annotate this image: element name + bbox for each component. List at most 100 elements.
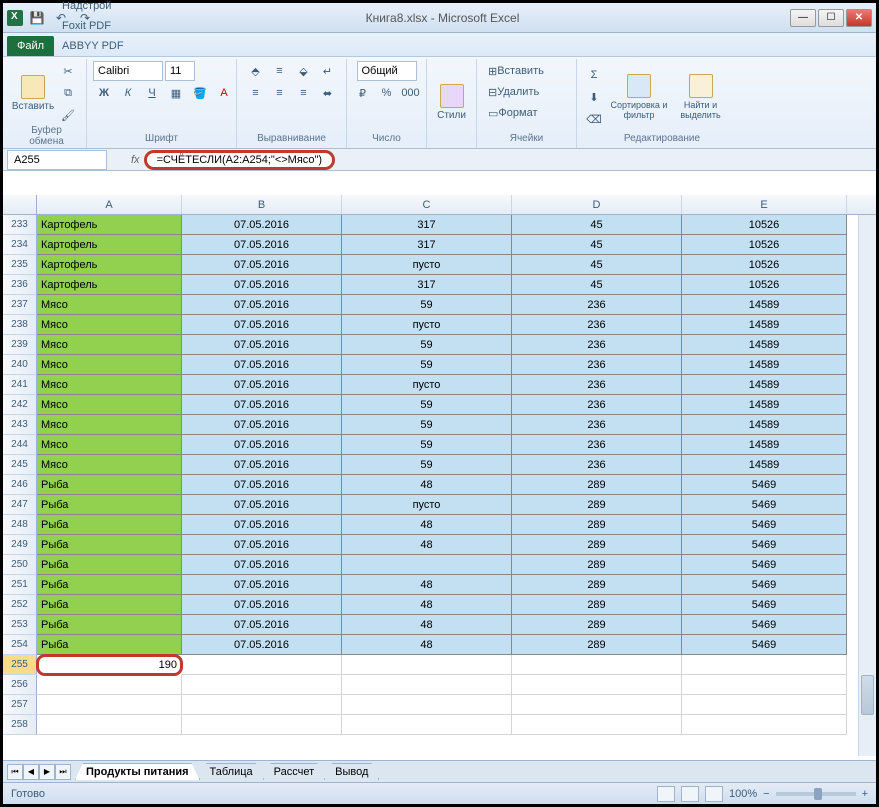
cell[interactable]: 14589 <box>682 435 847 455</box>
cell[interactable]: 289 <box>512 635 682 655</box>
sort-filter-button[interactable]: Сортировка и фильтр <box>609 74 669 120</box>
row-header[interactable]: 254 <box>3 635 37 655</box>
cell[interactable]: 236 <box>512 295 682 315</box>
cell[interactable]: 317 <box>342 275 512 295</box>
cell[interactable]: Рыба <box>37 635 182 655</box>
cell[interactable] <box>342 655 512 675</box>
cell[interactable]: 5469 <box>682 575 847 595</box>
cell[interactable] <box>682 695 847 715</box>
cell[interactable]: 10526 <box>682 215 847 235</box>
cell[interactable] <box>512 655 682 675</box>
row-header[interactable]: 239 <box>3 335 37 355</box>
row-header[interactable]: 234 <box>3 235 37 255</box>
paste-button[interactable]: Вставить <box>13 75 53 112</box>
ribbon-tab-9[interactable]: Foxit PDF <box>54 16 132 36</box>
cell[interactable]: 45 <box>512 215 682 235</box>
cell[interactable] <box>182 715 342 735</box>
sheet-tab[interactable]: Таблица <box>199 763 264 780</box>
cells-insert-button[interactable]: ⊞ Вставить <box>483 61 549 81</box>
cell[interactable]: 07.05.2016 <box>182 595 342 615</box>
cell[interactable]: 289 <box>512 575 682 595</box>
merge-button[interactable]: ⬌ <box>317 83 339 103</box>
cell[interactable]: 59 <box>342 455 512 475</box>
cell[interactable]: 236 <box>512 355 682 375</box>
row-header[interactable]: 237 <box>3 295 37 315</box>
align-left-button[interactable]: ≡ <box>245 83 267 103</box>
row-header[interactable]: 236 <box>3 275 37 295</box>
row-header[interactable]: 245 <box>3 455 37 475</box>
cell[interactable]: 59 <box>342 435 512 455</box>
tab-nav-next[interactable]: ▶ <box>39 764 55 780</box>
cell[interactable]: Рыба <box>37 495 182 515</box>
cell[interactable] <box>342 675 512 695</box>
cell[interactable]: 48 <box>342 615 512 635</box>
italic-button[interactable]: К <box>117 83 139 103</box>
cell[interactable]: Мясо <box>37 295 182 315</box>
cell[interactable]: 317 <box>342 235 512 255</box>
cell[interactable]: 289 <box>512 475 682 495</box>
row-header[interactable]: 238 <box>3 315 37 335</box>
cell[interactable]: 59 <box>342 395 512 415</box>
bold-button[interactable]: Ж <box>93 83 115 103</box>
row-header[interactable]: 255 <box>3 655 37 675</box>
cell[interactable]: пусто <box>342 315 512 335</box>
row-header[interactable]: 241 <box>3 375 37 395</box>
cell[interactable]: 45 <box>512 235 682 255</box>
cell[interactable]: 07.05.2016 <box>182 215 342 235</box>
cell[interactable]: 5469 <box>682 555 847 575</box>
row-header[interactable]: 246 <box>3 475 37 495</box>
row-header[interactable]: 233 <box>3 215 37 235</box>
cell[interactable]: 59 <box>342 415 512 435</box>
cell[interactable]: 07.05.2016 <box>182 555 342 575</box>
col-header-B[interactable]: B <box>182 195 342 214</box>
cell[interactable]: 59 <box>342 295 512 315</box>
zoom-handle[interactable] <box>814 788 822 800</box>
cell[interactable]: 236 <box>512 395 682 415</box>
fill-color-button[interactable]: 🪣 <box>189 83 211 103</box>
cell[interactable]: 236 <box>512 375 682 395</box>
cell[interactable]: 07.05.2016 <box>182 335 342 355</box>
cell[interactable]: Мясо <box>37 415 182 435</box>
cell[interactable]: Картофель <box>37 215 182 235</box>
find-select-button[interactable]: Найти и выделить <box>673 74 728 120</box>
border-button[interactable]: ▦ <box>165 83 187 103</box>
cell[interactable]: 317 <box>342 215 512 235</box>
cell[interactable] <box>182 675 342 695</box>
cell[interactable]: Картофель <box>37 255 182 275</box>
select-all-button[interactable] <box>3 195 37 214</box>
cell[interactable]: 14589 <box>682 355 847 375</box>
save-button[interactable]: 💾 <box>27 8 47 28</box>
row-header[interactable]: 249 <box>3 535 37 555</box>
cell[interactable]: 07.05.2016 <box>182 635 342 655</box>
cell[interactable] <box>342 695 512 715</box>
row-header[interactable]: 244 <box>3 435 37 455</box>
cell[interactable]: 236 <box>512 415 682 435</box>
cell[interactable]: 236 <box>512 455 682 475</box>
cell[interactable]: 45 <box>512 255 682 275</box>
cells-format-button[interactable]: ▭ Формат <box>483 103 542 123</box>
formula-input[interactable]: =СЧЁТЕСЛИ(A2:A254;"<>Мясо") <box>144 150 336 170</box>
cell[interactable]: Мясо <box>37 335 182 355</box>
font-size-select[interactable] <box>165 61 195 81</box>
row-header[interactable]: 252 <box>3 595 37 615</box>
cell[interactable]: 07.05.2016 <box>182 415 342 435</box>
comma-button[interactable]: 000 <box>400 83 422 103</box>
number-format-select[interactable] <box>357 61 417 81</box>
cell[interactable]: 07.05.2016 <box>182 275 342 295</box>
cell[interactable]: 48 <box>342 515 512 535</box>
cell[interactable] <box>37 695 182 715</box>
cell[interactable]: 07.05.2016 <box>182 455 342 475</box>
row-header[interactable]: 250 <box>3 555 37 575</box>
cell[interactable]: 07.05.2016 <box>182 295 342 315</box>
row-header[interactable]: 256 <box>3 675 37 695</box>
cell[interactable]: 48 <box>342 635 512 655</box>
cell[interactable]: 14589 <box>682 315 847 335</box>
cell[interactable]: Мясо <box>37 395 182 415</box>
cell[interactable]: 48 <box>342 595 512 615</box>
cell[interactable] <box>342 555 512 575</box>
cell[interactable]: Рыба <box>37 535 182 555</box>
row-header[interactable]: 242 <box>3 395 37 415</box>
name-box[interactable]: A255 <box>7 150 107 170</box>
sheet-tab[interactable]: Продукты питания <box>75 763 200 780</box>
cell[interactable] <box>682 655 847 675</box>
